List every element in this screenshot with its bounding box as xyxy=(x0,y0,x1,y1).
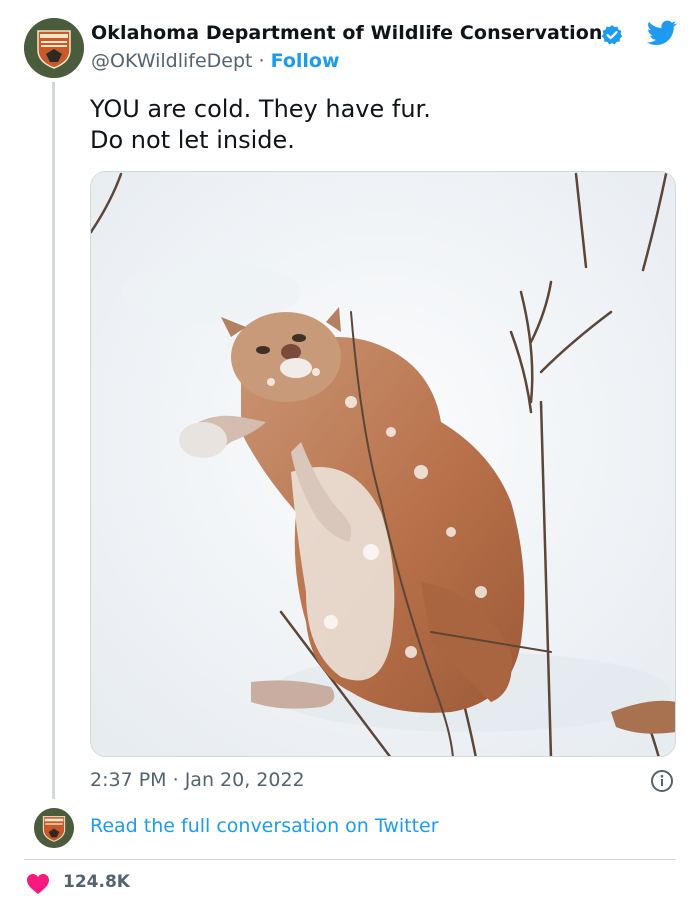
follow-button[interactable]: Follow xyxy=(271,50,340,72)
tweet-timestamp[interactable]: 2:37 PM · Jan 20, 2022 xyxy=(90,769,305,791)
info-icon[interactable] xyxy=(650,769,674,793)
cougar-in-snow-image xyxy=(91,172,675,756)
tweet-text-line: Do not let inside. xyxy=(90,126,295,154)
tweet-time: 2:37 PM xyxy=(90,769,167,791)
tweet-text-line: YOU are cold. They have fur. xyxy=(90,95,431,123)
author-handle[interactable]: @OKWildlifeDept xyxy=(91,50,253,72)
divider xyxy=(24,859,676,860)
author-name[interactable]: Oklahoma Department of Wildlife Conserva… xyxy=(91,22,603,44)
author-avatar[interactable] xyxy=(24,18,84,78)
thread-line xyxy=(52,82,55,799)
odwc-logo-icon xyxy=(24,18,84,78)
author-avatar-small[interactable] xyxy=(34,808,74,848)
like-count[interactable]: 124.8K xyxy=(63,872,130,892)
author-handle-row: @OKWildlifeDept · Follow xyxy=(91,50,340,72)
tweet-text: YOU are cold. They have fur. Do not let … xyxy=(90,94,431,156)
verified-badge-icon xyxy=(601,25,623,45)
twitter-bird-icon[interactable] xyxy=(647,20,677,46)
odwc-logo-icon xyxy=(34,808,74,848)
timestamp-separator: · xyxy=(172,769,179,791)
read-conversation-link[interactable]: Read the full conversation on Twitter xyxy=(90,815,439,837)
tweet-date: Jan 20, 2022 xyxy=(184,769,305,791)
handle-separator: · xyxy=(258,50,265,72)
heart-icon[interactable] xyxy=(26,873,50,895)
tweet-photo[interactable] xyxy=(90,171,676,757)
